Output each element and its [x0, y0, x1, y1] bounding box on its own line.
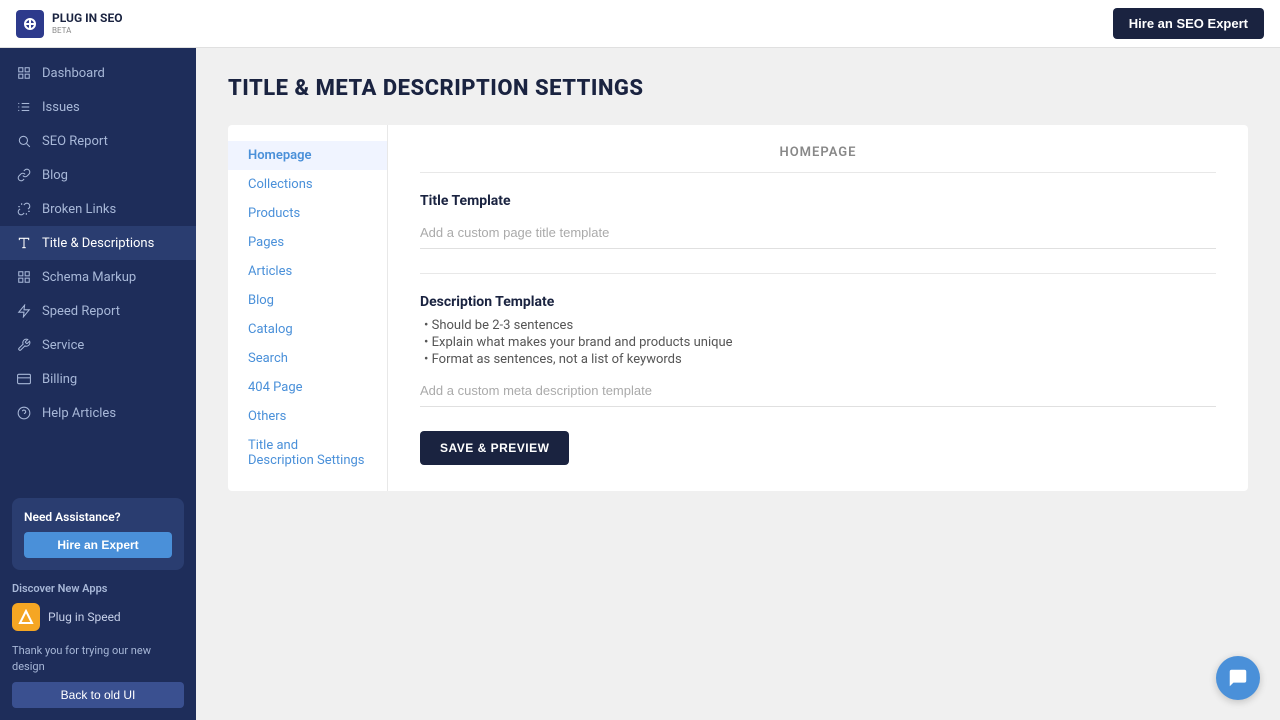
title-template-input[interactable] — [420, 217, 1216, 249]
sidebar-item-seo-report[interactable]: SEO Report — [0, 124, 196, 158]
logo-title: PLUG IN SEO — [52, 12, 122, 25]
main-panel: HOMEPAGE Title Template Description Temp… — [388, 125, 1248, 491]
grid-icon — [16, 65, 32, 81]
app-icon — [12, 603, 40, 631]
discover-app: Plug in Speed — [12, 603, 184, 631]
sub-nav-articles[interactable]: Articles — [228, 257, 387, 286]
sub-nav-pages[interactable]: Pages — [228, 228, 387, 257]
need-assistance-title: Need Assistance? — [24, 510, 172, 524]
sidebar-item-speed-report[interactable]: Speed Report — [0, 294, 196, 328]
credit-card-icon — [16, 371, 32, 387]
description-hints: • Should be 2-3 sentences • Explain what… — [420, 318, 1216, 367]
sidebar-label-service: Service — [42, 338, 84, 353]
sub-nav-404[interactable]: 404 Page — [228, 373, 387, 402]
sub-nav-title-desc-settings[interactable]: Title and Description Settings — [228, 431, 387, 475]
sub-nav-collections[interactable]: Collections — [228, 170, 387, 199]
sidebar-item-dashboard[interactable]: Dashboard — [0, 56, 196, 90]
description-template-label: Description Template — [420, 294, 1216, 310]
sub-nav-search[interactable]: Search — [228, 344, 387, 373]
sidebar-item-blog[interactable]: Blog — [0, 158, 196, 192]
sidebar-label-issues: Issues — [42, 100, 80, 115]
hint-item-2: • Explain what makes your brand and prod… — [420, 335, 1216, 350]
unlink-icon — [16, 201, 32, 217]
sidebar-label-billing: Billing — [42, 372, 77, 387]
hint-item-3: • Format as sentences, not a list of key… — [420, 352, 1216, 367]
search-icon — [16, 133, 32, 149]
sidebar-label-seo-report: SEO Report — [42, 134, 108, 149]
content-inner: Homepage Collections Products Pages Arti… — [228, 125, 1248, 491]
hire-expert-sidebar-button[interactable]: Hire an Expert — [24, 532, 172, 558]
discover-section: Discover New Apps Plug in Speed — [12, 582, 184, 631]
sidebar-item-schema-markup[interactable]: Schema Markup — [0, 260, 196, 294]
logo-beta: BETA — [52, 26, 122, 35]
help-icon — [16, 405, 32, 421]
content-area: TITLE & META DESCRIPTION SETTINGS Homepa… — [196, 48, 1280, 720]
schema-icon — [16, 269, 32, 285]
sub-nav-products[interactable]: Products — [228, 199, 387, 228]
type-icon — [16, 235, 32, 251]
sub-nav-blog[interactable]: Blog — [228, 286, 387, 315]
list-icon — [16, 99, 32, 115]
sidebar-item-billing[interactable]: Billing — [0, 362, 196, 396]
sidebar: Dashboard Issues SEO Report Blog — [0, 48, 196, 720]
thank-you-text: Thank you for trying our new design — [12, 643, 184, 674]
sidebar-item-title-descriptions[interactable]: Title & Descriptions — [0, 226, 196, 260]
sidebar-bottom: Need Assistance? Hire an Expert Discover… — [0, 486, 196, 720]
app-name: Plug in Speed — [48, 610, 121, 624]
sidebar-label-title-descriptions: Title & Descriptions — [42, 236, 154, 251]
sub-nav: Homepage Collections Products Pages Arti… — [228, 125, 388, 491]
main-layout: Dashboard Issues SEO Report Blog — [0, 48, 1280, 720]
sidebar-item-issues[interactable]: Issues — [0, 90, 196, 124]
top-header: PLUG IN SEO BETA Hire an SEO Expert — [0, 0, 1280, 48]
sub-nav-catalog[interactable]: Catalog — [228, 315, 387, 344]
sub-nav-others[interactable]: Others — [228, 402, 387, 431]
logo-area: PLUG IN SEO BETA — [16, 10, 122, 38]
discover-title: Discover New Apps — [12, 582, 184, 595]
sidebar-label-broken-links: Broken Links — [42, 202, 116, 217]
chat-button[interactable] — [1216, 656, 1260, 700]
panel-section-title: HOMEPAGE — [420, 145, 1216, 173]
logo-icon — [16, 10, 44, 38]
sidebar-item-service[interactable]: Service — [0, 328, 196, 362]
page-title: TITLE & META DESCRIPTION SETTINGS — [228, 76, 1248, 101]
sub-nav-homepage[interactable]: Homepage — [228, 141, 387, 170]
sidebar-label-dashboard: Dashboard — [42, 66, 105, 81]
hire-expert-header-button[interactable]: Hire an SEO Expert — [1113, 8, 1264, 39]
sidebar-label-help-articles: Help Articles — [42, 406, 116, 421]
zap-icon — [16, 303, 32, 319]
description-template-section: Description Template • Should be 2-3 sen… — [420, 294, 1216, 407]
sidebar-item-help-articles[interactable]: Help Articles — [0, 396, 196, 430]
link-icon — [16, 167, 32, 183]
sidebar-label-schema-markup: Schema Markup — [42, 270, 136, 285]
need-assistance-box: Need Assistance? Hire an Expert — [12, 498, 184, 570]
description-template-input[interactable] — [420, 375, 1216, 407]
back-to-old-button[interactable]: Back to old UI — [12, 682, 184, 708]
title-template-section: Title Template — [420, 193, 1216, 249]
sidebar-label-speed-report: Speed Report — [42, 304, 120, 319]
save-preview-button[interactable]: SAVE & PREVIEW — [420, 431, 569, 465]
sidebar-item-broken-links[interactable]: Broken Links — [0, 192, 196, 226]
logo-text: PLUG IN SEO BETA — [52, 12, 122, 34]
sidebar-label-blog: Blog — [42, 168, 68, 183]
title-template-label: Title Template — [420, 193, 1216, 209]
field-divider — [420, 273, 1216, 274]
tool-icon — [16, 337, 32, 353]
sidebar-nav: Dashboard Issues SEO Report Blog — [0, 48, 196, 486]
hint-item-1: • Should be 2-3 sentences — [420, 318, 1216, 333]
